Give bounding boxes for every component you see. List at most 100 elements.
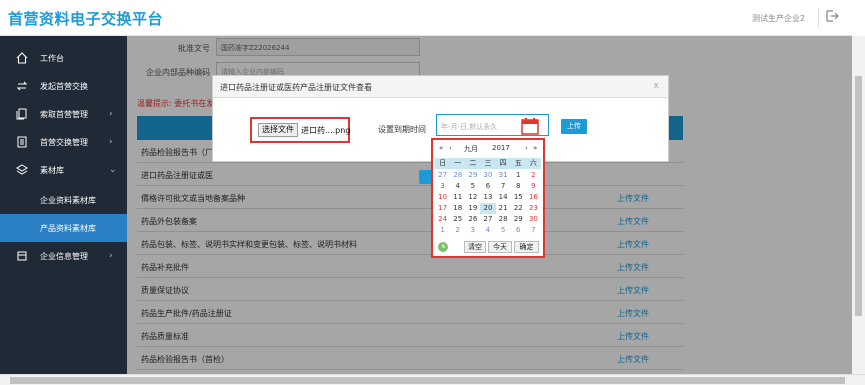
file-picker: 选择文件 进口药....png	[250, 117, 350, 143]
sidebar-item-product-materials[interactable]: 产品资料素材库	[0, 214, 127, 242]
calendar-day[interactable]: 1	[511, 170, 526, 181]
chevron-right-icon: ›	[109, 251, 113, 261]
calendar-day[interactable]: 24	[435, 214, 450, 225]
calendar-day[interactable]: 28	[496, 214, 511, 225]
calendar-day[interactable]: 19	[465, 203, 480, 214]
calendar-day[interactable]: 30	[480, 170, 495, 181]
calendar-day[interactable]: 12	[465, 192, 480, 203]
calendar-icon[interactable]	[520, 117, 540, 135]
calendar-day[interactable]: 13	[480, 192, 495, 203]
calendar-day[interactable]: 31	[496, 170, 511, 181]
calendar-day[interactable]: 16	[526, 192, 541, 203]
sidebar-item-material-library[interactable]: 素材库 ⌄	[0, 156, 127, 184]
calendar-day[interactable]: 1	[435, 225, 450, 236]
expiry-date-input[interactable]: 年-月-日,默认永久	[436, 114, 549, 136]
calendar-day[interactable]: 10	[435, 192, 450, 203]
sidebar-item-workbench[interactable]: 工作台	[0, 44, 127, 72]
prev-month-button[interactable]: ‹	[449, 144, 452, 152]
modal-header: 进口药品注册证或医药产品注册证文件查看 x	[213, 76, 668, 98]
month-select[interactable]: 九月	[464, 144, 478, 154]
calendar-day[interactable]: 11	[450, 192, 465, 203]
calendar-day[interactable]: 9	[526, 181, 541, 192]
calendar-day[interactable]: 2	[450, 225, 465, 236]
modal-title: 进口药品注册证或医药产品注册证文件查看	[220, 83, 372, 92]
calendar-day[interactable]: 27	[480, 214, 495, 225]
expiry-date-label: 设置到期时间	[378, 125, 426, 134]
upload-button[interactable]: 上传	[561, 119, 587, 134]
weekday: 四	[499, 159, 507, 167]
calendar-day[interactable]: 3	[465, 225, 480, 236]
sidebar-item-exchange-management[interactable]: 首营交换管理 ›	[0, 128, 127, 156]
calendar-day[interactable]: 22	[511, 203, 526, 214]
calendar-nav: « ‹ 九月 2017 › »	[435, 142, 541, 155]
app-title: 首营资料电子交换平台	[8, 10, 164, 28]
chevron-right-icon: ›	[109, 109, 113, 119]
chevron-right-icon: ›	[109, 137, 113, 147]
sidebar-item-label: 工作台	[40, 53, 64, 63]
calendar-day[interactable]: 14	[496, 192, 511, 203]
calendar-day[interactable]: 18	[450, 203, 465, 214]
vertical-scrollbar[interactable]	[852, 36, 865, 374]
sidebar-item-company-info[interactable]: 企业信息管理 ›	[0, 242, 127, 270]
calendar-day[interactable]: 29	[465, 170, 480, 181]
calendar-day[interactable]: 15	[511, 192, 526, 203]
layers-icon	[15, 163, 29, 177]
selected-file-name: 进口药....png	[301, 126, 351, 135]
today-button[interactable]: 今天	[488, 241, 512, 253]
date-placeholder: 年-月-日,默认永久	[441, 123, 498, 131]
time-icon[interactable]	[437, 241, 449, 253]
calendar-day[interactable]: 6	[480, 181, 495, 192]
calendar-day[interactable]: 4	[480, 225, 495, 236]
calendar-day[interactable]: 23	[526, 203, 541, 214]
sidebar: 工作台 发起首营交换 索取首营管理 › 首营交换管理 › 素材库 ⌄ 企业资料素…	[0, 36, 127, 374]
calendar-day[interactable]: 25	[450, 214, 465, 225]
calendar-day[interactable]: 26	[465, 214, 480, 225]
building-icon	[15, 249, 29, 263]
request-icon	[15, 107, 29, 121]
calendar-day[interactable]: 7	[496, 181, 511, 192]
sidebar-item-label: 产品资料素材库	[40, 223, 96, 233]
weekday: 一	[454, 159, 462, 167]
sidebar-item-label: 首营交换管理	[40, 137, 88, 147]
calendar-day[interactable]: 29	[511, 214, 526, 225]
calendar-day[interactable]: 17	[435, 203, 450, 214]
sidebar-item-request-management[interactable]: 索取首营管理 ›	[0, 100, 127, 128]
sidebar-item-start-exchange[interactable]: 发起首营交换	[0, 72, 127, 100]
calendar-day[interactable]: 5	[496, 225, 511, 236]
sidebar-item-label: 企业信息管理	[40, 251, 88, 261]
weekday: 二	[469, 159, 477, 167]
calendar-day[interactable]: 28	[450, 170, 465, 181]
header-divider	[818, 9, 819, 27]
prev-year-button[interactable]: «	[439, 144, 443, 152]
company-name[interactable]: 测试生产企业2	[752, 13, 805, 24]
next-month-button[interactable]: ›	[525, 144, 528, 152]
confirm-button[interactable]: 确定	[514, 241, 539, 253]
calendar-day[interactable]: 21	[496, 203, 511, 214]
calendar-day[interactable]: 8	[511, 181, 526, 192]
sidebar-item-label: 企业资料素材库	[40, 195, 96, 205]
calendar-day[interactable]: 6	[511, 225, 526, 236]
calendar-day[interactable]: 7	[526, 225, 541, 236]
sidebar-item-label: 索取首营管理	[40, 109, 88, 119]
sidebar-item-company-materials[interactable]: 企业资料素材库	[0, 186, 127, 214]
calendar-day[interactable]: 5	[465, 181, 480, 192]
year-select[interactable]: 2017	[492, 144, 510, 152]
clear-button[interactable]: 清空	[464, 241, 486, 253]
exchange-icon	[15, 79, 29, 93]
choose-file-button[interactable]: 选择文件	[258, 123, 298, 137]
calendar-day[interactable]: 4	[450, 181, 465, 192]
calendar-day[interactable]: 30	[526, 214, 541, 225]
calendar-day[interactable]: 27	[435, 170, 450, 181]
calendar-day-today[interactable]: 20	[480, 203, 496, 214]
calendar-day[interactable]: 3	[435, 181, 450, 192]
weekday: 日	[439, 159, 447, 167]
weekday: 三	[484, 159, 492, 167]
logout-icon[interactable]	[825, 9, 839, 23]
horizontal-scrollbar[interactable]	[0, 374, 865, 385]
chevron-down-icon: ⌄	[109, 165, 117, 175]
sidebar-item-label: 发起首营交换	[40, 81, 88, 91]
close-icon[interactable]: x	[654, 81, 659, 91]
calendar-day[interactable]: 2	[526, 170, 541, 181]
next-year-button[interactable]: »	[533, 144, 537, 152]
calendar-days: 27 28 29 30 31 1 2 3 4 5 6 7 8 9 10 11 1…	[435, 170, 541, 236]
